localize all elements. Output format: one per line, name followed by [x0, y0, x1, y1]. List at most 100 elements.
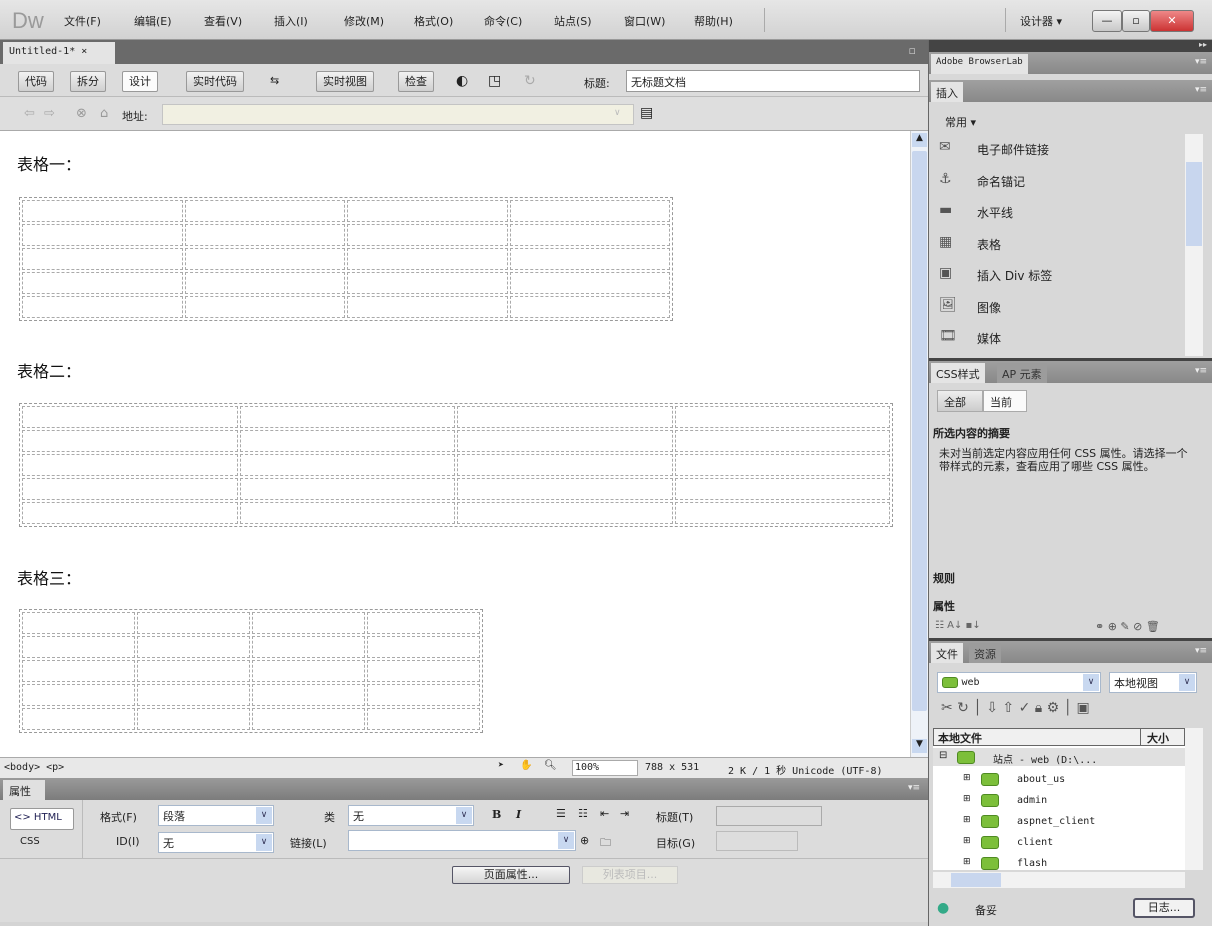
close-tab-icon[interactable]: ×	[81, 46, 87, 57]
table-cell[interactable]	[367, 708, 480, 730]
category-view-icon[interactable]: ☷ A↓ ▪↓	[935, 620, 981, 631]
view-select[interactable]: 本地视图 ∨	[1109, 672, 1197, 693]
back-icon[interactable]: ⇦	[24, 106, 35, 121]
expand-icon[interactable]: ⊞	[963, 836, 971, 846]
id-select[interactable]: 无 ∨	[158, 832, 274, 853]
target-select[interactable]	[716, 831, 798, 851]
table-cell[interactable]	[22, 272, 183, 294]
table-cell[interactable]	[22, 296, 183, 318]
file-tree-item[interactable]: ⊞ admin	[933, 791, 1185, 811]
table-cell[interactable]	[252, 684, 365, 706]
address-input[interactable]	[162, 104, 634, 125]
code-view-button[interactable]: 代码	[18, 71, 54, 92]
table-2[interactable]	[19, 403, 893, 527]
tag-selector[interactable]: <body> <p>	[4, 762, 64, 773]
menu-7[interactable]: 站点(S)	[554, 13, 592, 29]
table-cell[interactable]	[22, 406, 238, 428]
browser-options-icon[interactable]: ▤	[640, 105, 653, 121]
table-cell[interactable]	[239, 430, 455, 452]
class-select[interactable]: 无 ∨	[348, 805, 474, 826]
log-button[interactable]: 日志...	[1133, 898, 1195, 918]
table-cell[interactable]	[22, 636, 135, 658]
inspect-button[interactable]: 检查	[398, 71, 434, 92]
refresh-icon[interactable]: ↻	[524, 73, 536, 89]
table-cell[interactable]	[184, 224, 345, 246]
design-scrollbar[interactable]: ▲ ▼	[910, 131, 928, 757]
css-mode-button[interactable]: CSS	[20, 836, 40, 847]
document-title-input[interactable]: 无标题文档	[626, 70, 920, 92]
browser-preview-icon[interactable]: ◐	[456, 73, 468, 89]
expand-icon[interactable]: ⊞	[963, 773, 971, 783]
list-item-button[interactable]: 列表项目...	[582, 866, 678, 884]
file-tree-item[interactable]: ⊞ flash	[933, 854, 1185, 874]
insert-item[interactable]: 媒体	[977, 330, 1001, 347]
html-mode-button[interactable]: <> HTML	[10, 808, 74, 830]
collapse-panels-icon[interactable]: ▸▸	[1199, 40, 1207, 49]
page-properties-button[interactable]: 页面属性...	[452, 866, 570, 884]
tab-browserlab[interactable]: Adobe BrowserLab	[931, 54, 1028, 74]
table-cell[interactable]	[22, 454, 238, 476]
tab-files[interactable]: 文件	[931, 643, 963, 663]
maximize-button[interactable]: ▫	[1122, 10, 1150, 32]
insert-scrollbar[interactable]	[1185, 134, 1203, 356]
table-cell[interactable]	[239, 478, 455, 500]
table-cell[interactable]	[674, 502, 890, 524]
site-select[interactable]: web ∨	[937, 672, 1101, 693]
table-cell[interactable]	[184, 296, 345, 318]
table-cell[interactable]	[184, 248, 345, 270]
column-local-files[interactable]: 本地文件	[938, 732, 982, 745]
table-cell[interactable]	[347, 248, 508, 270]
expand-icon[interactable]: ⊞	[963, 857, 971, 867]
table-cell[interactable]	[239, 454, 455, 476]
visual-aids-icon[interactable]: ◳	[488, 73, 501, 89]
browse-folder-icon[interactable]: 🗀	[600, 834, 611, 853]
table-cell[interactable]	[509, 296, 670, 318]
table-cell[interactable]	[347, 200, 508, 222]
insert-item[interactable]: 表格	[977, 236, 1001, 253]
link-input[interactable]: ∨	[348, 830, 576, 851]
properties-tab[interactable]: 属性	[3, 780, 45, 800]
table-cell[interactable]	[22, 612, 135, 634]
table-cell[interactable]	[252, 660, 365, 682]
menu-0[interactable]: 文件(F)	[64, 13, 101, 29]
table-1[interactable]	[19, 197, 673, 321]
tab-untitled-1[interactable]: Untitled-1* ×	[3, 42, 115, 64]
table-cell[interactable]	[674, 406, 890, 428]
files-hscrollbar[interactable]	[933, 872, 1185, 888]
table-cell[interactable]	[674, 454, 890, 476]
zoom-select[interactable]: 100%	[572, 760, 638, 776]
table-cell[interactable]	[252, 708, 365, 730]
table-cell[interactable]	[367, 636, 480, 658]
css-all-button[interactable]: 全部	[937, 390, 983, 412]
ordered-list-icon[interactable]: ☷	[578, 807, 588, 820]
menu-3[interactable]: 插入(I)	[274, 13, 308, 29]
file-tree-item[interactable]: ⊞ about_us	[933, 770, 1185, 790]
tab-assets[interactable]: 资源	[969, 643, 1001, 663]
table-cell[interactable]	[367, 660, 480, 682]
table-cell[interactable]	[22, 478, 238, 500]
insert-item[interactable]: 插入 Div 标签	[977, 267, 1052, 284]
table-cell[interactable]	[367, 612, 480, 634]
panel-menu-icon[interactable]: ▾≡	[1195, 366, 1207, 376]
live-code-button[interactable]: 实时代码	[186, 71, 244, 92]
panel-menu-icon[interactable]: ▾≡	[1195, 646, 1207, 656]
expand-icon[interactable]: ⊞	[963, 794, 971, 804]
tab-ap-elements[interactable]: AP 元素	[997, 363, 1047, 383]
column-size[interactable]: 大小	[1140, 729, 1175, 747]
unordered-list-icon[interactable]: ☰	[556, 807, 566, 820]
file-tree-item[interactable]: ⊞ client	[933, 833, 1185, 853]
insert-item[interactable]: 图像	[977, 299, 1001, 316]
forward-icon[interactable]: ⇨	[44, 106, 55, 121]
panel-menu-icon[interactable]: ▾≡	[1195, 85, 1207, 95]
table-cell[interactable]	[137, 636, 250, 658]
restore-icon[interactable]: ▫	[909, 44, 916, 57]
table-cell[interactable]	[239, 406, 455, 428]
window-size[interactable]: 788 x 531	[645, 762, 699, 773]
table-cell[interactable]	[239, 502, 455, 524]
files-toolbar-icons[interactable]: ✂ ↻ │ ⇩ ⇧ ✓ 🔒︎ ⚙ │ ▣	[941, 700, 1090, 716]
table-cell[interactable]	[347, 272, 508, 294]
css-actions-icons[interactable]: ⚭ ⊕ ✎ ⊘ 🗑︎	[1095, 620, 1160, 633]
table-cell[interactable]	[367, 684, 480, 706]
table-cell[interactable]	[457, 502, 673, 524]
table-cell[interactable]	[22, 660, 135, 682]
